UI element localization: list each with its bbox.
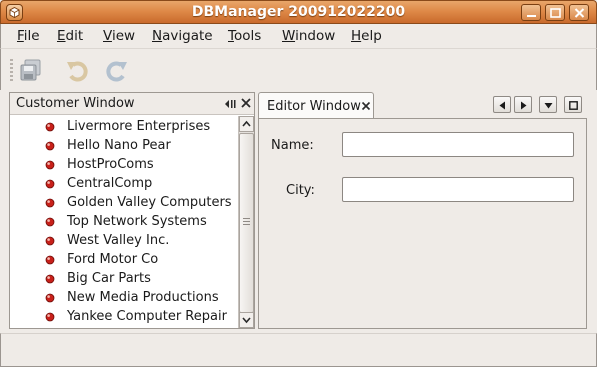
customer-name: Yankee Computer Repair [67, 309, 227, 324]
city-label: City: [286, 183, 315, 198]
undo-button[interactable] [65, 58, 91, 84]
close-icon [574, 8, 585, 18]
scroll-tabs-left-button[interactable] [493, 96, 511, 113]
menu-help[interactable]: Help [351, 28, 382, 44]
list-item[interactable]: Big Car Parts [10, 270, 238, 289]
tab-label: Editor Window [267, 99, 361, 114]
customer-name: Hello Nano Pear [67, 138, 171, 153]
customer-name: Ford Motor Co [67, 252, 159, 267]
undo-icon [67, 61, 88, 82]
list-item[interactable]: Livermore Enterprises [10, 118, 238, 137]
customer-window-title: Customer Window [16, 96, 135, 111]
window-title: DBManager 200912022200 [191, 4, 406, 20]
toolbar-grip[interactable] [10, 59, 13, 81]
customer-name: Golden Valley Computers [67, 195, 232, 210]
menu-navigate[interactable]: Navigate [152, 28, 213, 44]
status-bar [0, 333, 597, 367]
save-all-icon [20, 59, 41, 81]
scrollbar-thumb[interactable] [239, 133, 254, 313]
city-field[interactable] [342, 177, 574, 202]
caret-down-icon [544, 103, 553, 109]
customer-node-icon [45, 293, 55, 303]
save-all-button[interactable] [19, 58, 45, 84]
customer-name: Livermore Enterprises [67, 119, 211, 134]
minimize-button[interactable] [521, 4, 541, 21]
list-item[interactable]: CentralComp [10, 175, 238, 194]
chevron-down-icon [242, 317, 251, 324]
customer-node-icon [45, 122, 55, 132]
customer-window-header: Customer Window [10, 93, 254, 115]
list-item[interactable]: Yankee Computer Repair [10, 308, 238, 327]
maximize-icon [550, 8, 561, 18]
customer-name: West Valley Inc. [67, 233, 170, 248]
menu-tools[interactable]: Tools [228, 28, 261, 44]
redo-button[interactable] [103, 58, 129, 84]
close-button[interactable] [569, 4, 589, 21]
toolbar [0, 48, 597, 90]
customer-list-scrollbar[interactable] [238, 116, 254, 328]
customer-node-icon [45, 255, 55, 265]
menu-view[interactable]: View [103, 28, 135, 44]
redo-icon [106, 61, 127, 82]
list-item[interactable]: Ford Motor Co [10, 251, 238, 270]
maximize-button[interactable] [545, 4, 565, 21]
maximize-panel-button[interactable] [564, 96, 582, 113]
customer-node-icon [45, 179, 55, 189]
scroll-up-button[interactable] [239, 116, 254, 132]
customer-name: New Media Productions [67, 290, 219, 305]
show-opened-documents-button[interactable] [539, 96, 557, 113]
maximize-panel-icon [569, 101, 578, 110]
list-item[interactable]: HostProComs [10, 156, 238, 175]
tab-editor-window[interactable]: Editor Window [258, 92, 374, 119]
name-field[interactable] [342, 132, 574, 157]
customer-name: Big Car Parts [67, 271, 151, 286]
customer-name: Top Network Systems [67, 214, 207, 229]
customer-node-icon [45, 312, 55, 322]
customer-node-icon [45, 236, 55, 246]
close-panel-icon[interactable] [240, 97, 252, 109]
list-item[interactable]: Golden Valley Computers [10, 194, 238, 213]
list-item[interactable]: New Media Productions [10, 289, 238, 308]
customer-name: CentralComp [67, 176, 153, 191]
customer-name: HostProComs [67, 157, 154, 172]
editor-window-panel: Editor Window Name: City: [258, 92, 587, 329]
close-tab-icon[interactable] [361, 101, 371, 111]
title-bar[interactable]: DBManager 200912022200 [0, 0, 597, 24]
name-label: Name: [271, 138, 314, 153]
minimize-panel-icon[interactable] [224, 98, 237, 110]
caret-left-icon [499, 101, 505, 110]
menu-bar: File Edit View Navigate Tools Window Hel… [0, 24, 597, 48]
caret-right-icon [521, 101, 527, 110]
menu-edit[interactable]: Edit [57, 28, 83, 44]
customer-node-icon [45, 141, 55, 151]
customer-node-icon [45, 198, 55, 208]
scroll-tabs-right-button[interactable] [514, 96, 532, 113]
menu-file[interactable]: File [17, 28, 40, 44]
list-item[interactable]: West Valley Inc. [10, 232, 238, 251]
list-item[interactable]: Top Network Systems [10, 213, 238, 232]
customer-window-panel: Customer Window Livermore Enterprises Hel… [9, 92, 255, 329]
list-item[interactable]: Hello Nano Pear [10, 137, 238, 156]
customer-list: Livermore Enterprises Hello Nano Pear Host… [10, 116, 238, 328]
scroll-down-button[interactable] [239, 312, 254, 328]
customer-node-icon [45, 217, 55, 227]
minimize-icon [527, 15, 536, 17]
chevron-up-icon [242, 120, 251, 127]
scrollbar-grip [243, 218, 250, 226]
editor-form: Name: City: [258, 118, 587, 329]
menu-window[interactable]: Window [282, 28, 335, 44]
customer-node-icon [45, 274, 55, 284]
customer-node-icon [45, 160, 55, 170]
